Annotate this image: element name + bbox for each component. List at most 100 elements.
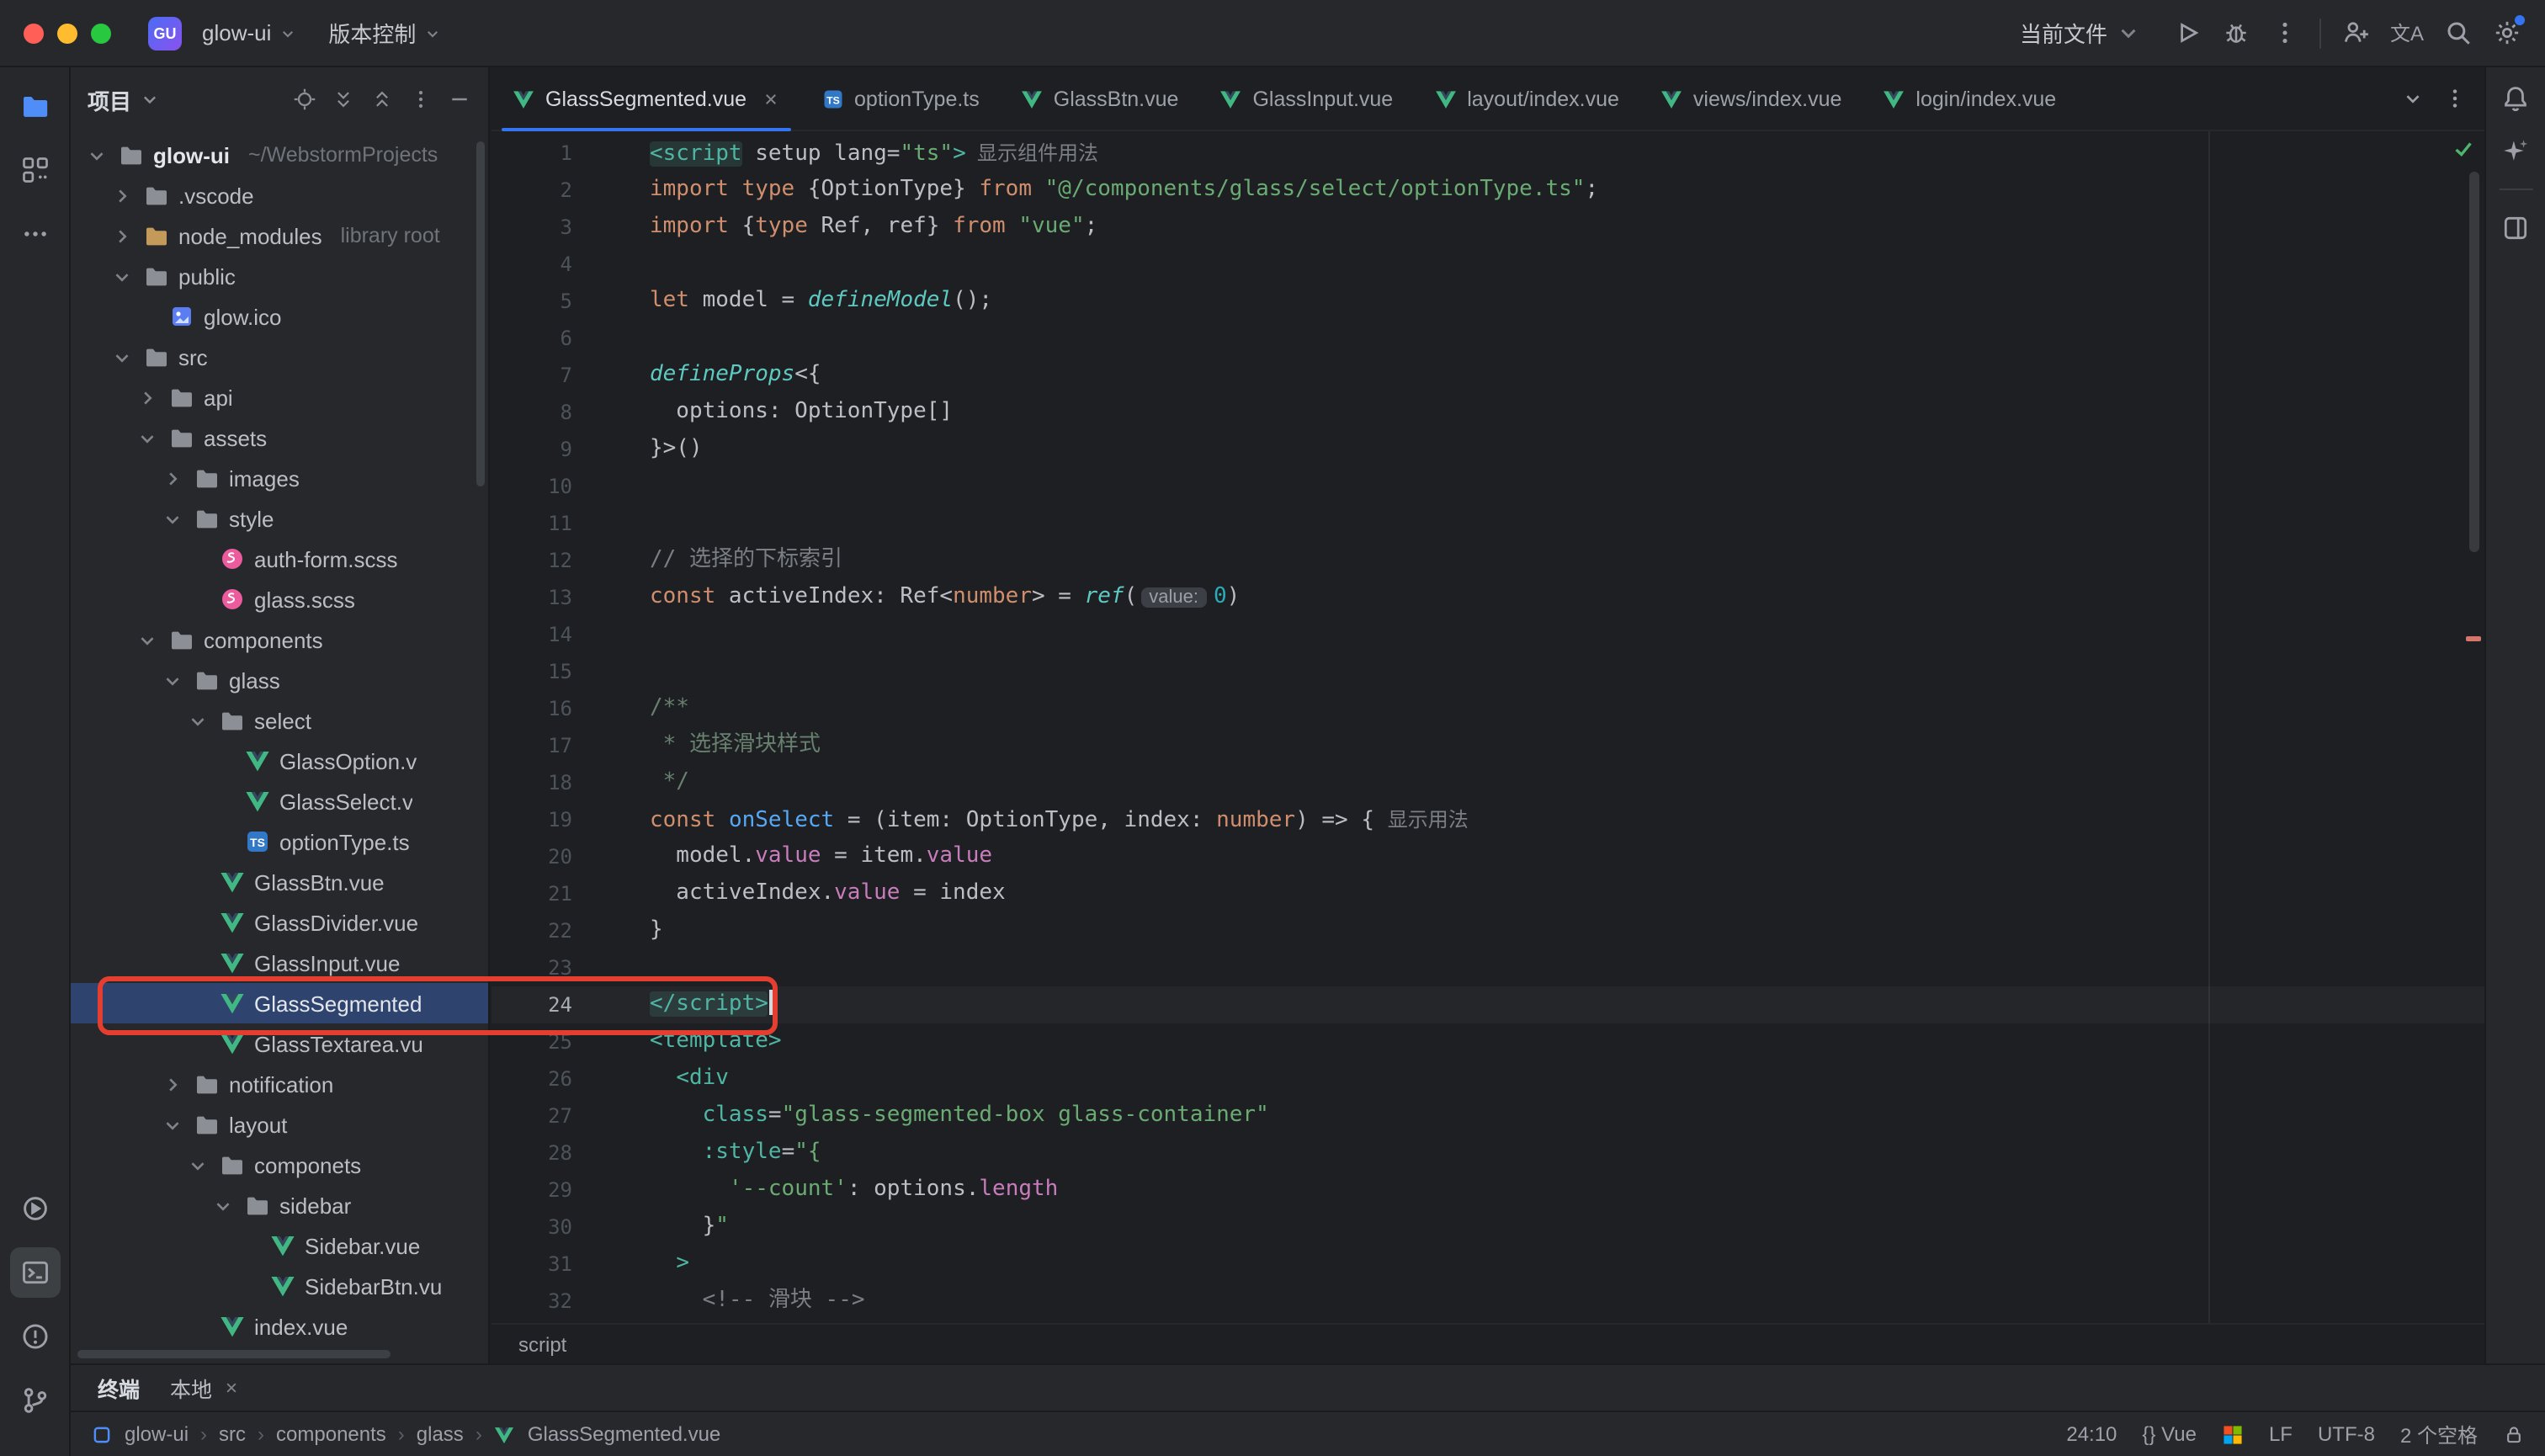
chevron-right-icon[interactable] bbox=[160, 465, 185, 491]
tree-vertical-scrollbar[interactable] bbox=[476, 141, 485, 486]
editor-vertical-scrollbar[interactable] bbox=[2469, 172, 2479, 552]
debug-icon[interactable] bbox=[2222, 19, 2250, 47]
project-panel-title[interactable]: 项目 bbox=[88, 83, 131, 115]
tree-item-.vscode[interactable]: .vscode bbox=[71, 175, 488, 215]
tree-item-public[interactable]: public bbox=[71, 256, 488, 296]
more-actions-icon[interactable] bbox=[2271, 19, 2299, 47]
tab-options-icon[interactable] bbox=[2442, 86, 2468, 111]
chevron-down-icon[interactable] bbox=[135, 425, 160, 450]
microsoft-plugin-icon[interactable] bbox=[2222, 1423, 2244, 1445]
code-line-13[interactable]: 13const activeIndex: Ref<number> = ref(v… bbox=[491, 579, 2484, 616]
code-line-30[interactable]: 30 }" bbox=[491, 1209, 2484, 1246]
chevron-right-icon[interactable] bbox=[109, 183, 135, 208]
code-line-31[interactable]: 31 > bbox=[491, 1246, 2484, 1283]
code-line-27[interactable]: 27 class="glass-segmented-box glass-cont… bbox=[491, 1097, 2484, 1135]
status-breadcrumb[interactable]: glow-ui bbox=[125, 1422, 189, 1446]
tree-item-glass.scss[interactable]: glass.scss bbox=[71, 579, 488, 619]
code-line-6[interactable]: 6 bbox=[491, 320, 2484, 357]
tree-item-style[interactable]: style bbox=[71, 498, 488, 539]
code-line-2[interactable]: 2import type {OptionType} from "@/compon… bbox=[491, 172, 2484, 209]
code-line-28[interactable]: 28 :style="{ bbox=[491, 1135, 2484, 1172]
notifications-icon[interactable] bbox=[2501, 84, 2530, 113]
more-toolwindows-button[interactable] bbox=[9, 209, 60, 259]
tab-login/index.vue[interactable]: login/index.vue bbox=[1862, 67, 2076, 130]
search-icon[interactable] bbox=[2444, 19, 2473, 47]
inspections-ok-icon[interactable] bbox=[2451, 136, 2476, 162]
tree-item-index.vue[interactable]: index.vue bbox=[71, 1306, 488, 1347]
code-line-19[interactable]: 19const onSelect = (item: OptionType, in… bbox=[491, 801, 2484, 838]
tree-item-glass[interactable]: glass bbox=[71, 660, 488, 700]
run-config-selector[interactable]: 当前文件 bbox=[2010, 10, 2153, 56]
chevron-down-icon[interactable] bbox=[185, 708, 210, 733]
code-line-23[interactable]: 23 bbox=[491, 949, 2484, 986]
chevron-down-icon[interactable] bbox=[84, 142, 109, 167]
tree-item-layout[interactable]: layout bbox=[71, 1104, 488, 1145]
tab-layout/index.vue[interactable]: layout/index.vue bbox=[1413, 67, 1639, 130]
close-icon[interactable] bbox=[222, 1379, 241, 1397]
code-line-25[interactable]: 25<template> bbox=[491, 1023, 2484, 1060]
status-breadcrumb[interactable]: glass bbox=[417, 1422, 464, 1446]
tab-views/index.vue[interactable]: views/index.vue bbox=[1639, 67, 1862, 130]
tree-item-assets[interactable]: assets bbox=[71, 417, 488, 458]
code-line-29[interactable]: 29 '--count': options.length bbox=[491, 1172, 2484, 1209]
lock-icon[interactable] bbox=[2503, 1423, 2525, 1445]
expand-all-icon[interactable] bbox=[332, 88, 355, 111]
ai-assistant-icon[interactable] bbox=[2501, 136, 2530, 165]
status-breadcrumb[interactable]: components bbox=[276, 1422, 386, 1446]
settings-button[interactable] bbox=[2493, 19, 2521, 47]
tree-item-components[interactable]: components bbox=[71, 619, 488, 660]
chevron-down-icon[interactable] bbox=[109, 263, 135, 289]
code-line-32[interactable]: 32 <!-- 滑块 --> bbox=[491, 1283, 2484, 1320]
indent-widget[interactable]: 2 个空格 bbox=[2400, 1420, 2478, 1448]
chevron-right-icon[interactable] bbox=[160, 1071, 185, 1097]
code-line-11[interactable]: 11 bbox=[491, 505, 2484, 542]
code-line-1[interactable]: 1<script setup lang="ts"> 显示组件用法 bbox=[491, 135, 2484, 172]
tree-item-SidebarBtn.vu[interactable]: SidebarBtn.vu bbox=[71, 1266, 488, 1306]
translate-icon[interactable]: 文A bbox=[2390, 19, 2424, 47]
panel-options-icon[interactable] bbox=[409, 88, 433, 111]
chevron-down-icon[interactable] bbox=[160, 1112, 185, 1137]
vcs-menu[interactable]: 版本控制 bbox=[318, 10, 453, 56]
tree-item-images[interactable]: images bbox=[71, 458, 488, 498]
project-badge[interactable]: GU bbox=[148, 16, 182, 50]
chevron-down-icon[interactable] bbox=[109, 344, 135, 369]
close-icon[interactable] bbox=[760, 88, 780, 109]
tree-item-GlassOption.v[interactable]: GlassOption.v bbox=[71, 741, 488, 781]
hide-panel-icon[interactable] bbox=[448, 88, 471, 111]
tree-item-Sidebar.vue[interactable]: Sidebar.vue bbox=[71, 1225, 488, 1266]
code-line-16[interactable]: 16/** bbox=[491, 690, 2484, 727]
problems-toolwindow-button[interactable] bbox=[9, 1311, 60, 1362]
cursor-position[interactable]: 24:10 bbox=[2066, 1422, 2117, 1446]
code-line-21[interactable]: 21 activeIndex.value = index bbox=[491, 875, 2484, 912]
tree-item-node_modules[interactable]: node_moduleslibrary root bbox=[71, 215, 488, 256]
tree-horizontal-scrollbar[interactable] bbox=[77, 1350, 391, 1358]
code-line-20[interactable]: 20 model.value = item.value bbox=[491, 838, 2484, 875]
run-icon[interactable] bbox=[2173, 19, 2202, 47]
modules-toolwindow-button[interactable] bbox=[9, 145, 60, 195]
services-toolwindow-button[interactable] bbox=[9, 1183, 60, 1234]
collapse-all-icon[interactable] bbox=[370, 88, 394, 111]
code-line-26[interactable]: 26 <div bbox=[491, 1060, 2484, 1097]
toolwindow-layout-icon[interactable] bbox=[2501, 214, 2530, 242]
code-line-15[interactable]: 15 bbox=[491, 653, 2484, 690]
tab-GlassInput.vue[interactable]: GlassInput.vue bbox=[1198, 67, 1413, 130]
chevron-down-icon[interactable] bbox=[160, 506, 185, 531]
tree-item-api[interactable]: api bbox=[71, 377, 488, 417]
code-line-9[interactable]: 9}>() bbox=[491, 431, 2484, 468]
encoding-widget[interactable]: UTF-8 bbox=[2318, 1422, 2375, 1446]
chevron-down-icon[interactable] bbox=[185, 1152, 210, 1177]
code-line-10[interactable]: 10 bbox=[491, 468, 2484, 505]
tree-item-GlassBtn.vue[interactable]: GlassBtn.vue bbox=[71, 862, 488, 902]
tree-item-select[interactable]: select bbox=[71, 700, 488, 741]
chevron-down-icon[interactable] bbox=[138, 88, 162, 111]
terminal-title[interactable]: 终端 bbox=[98, 1372, 140, 1404]
terminal-toolwindow-button[interactable] bbox=[9, 1247, 60, 1298]
tree-item-glow.ico[interactable]: glow.ico bbox=[71, 296, 488, 337]
code-with-me-icon[interactable] bbox=[2341, 19, 2370, 47]
tab-GlassSegmented.vue[interactable]: GlassSegmented.vue bbox=[491, 67, 800, 130]
tree-item-sidebar[interactable]: sidebar bbox=[71, 1185, 488, 1225]
tree-item-glow-ui[interactable]: glow-ui~/WebstormProjects bbox=[71, 135, 488, 175]
terminal-tab-local[interactable]: 本地 bbox=[170, 1372, 241, 1404]
chevron-right-icon[interactable] bbox=[109, 223, 135, 248]
tree-item-src[interactable]: src bbox=[71, 337, 488, 377]
